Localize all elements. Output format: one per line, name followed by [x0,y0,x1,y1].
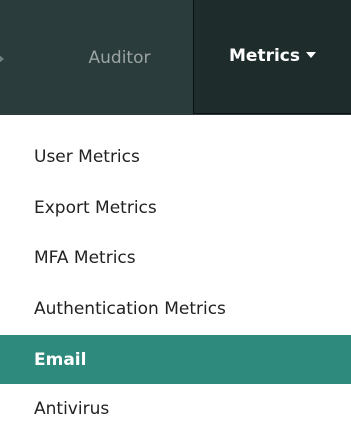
menu-item-label: Authentication Metrics [34,299,226,319]
caret-down-icon [305,52,316,58]
page: Auditor Metrics User Metrics Export Metr… [0,0,351,447]
nav-item-metrics-label: Metrics [229,46,300,66]
top-navbar: Auditor Metrics [0,0,351,115]
nav-item-auditor-label: Auditor [88,47,151,68]
nav-item-auditor[interactable]: Auditor [47,0,192,115]
menu-item-email[interactable]: Email [0,335,351,384]
menu-item-antivirus[interactable]: Antivirus [0,385,351,433]
menu-item-label: Email [34,349,87,370]
menu-item-label: MFA Metrics [34,248,136,268]
metrics-dropdown-menu: User Metrics Export Metrics MFA Metrics … [0,115,351,447]
menu-item-label: Antivirus [34,399,110,419]
nav-item-metrics[interactable]: Metrics [193,0,351,114]
menu-item-authentication-metrics[interactable]: Authentication Metrics [0,285,351,333]
menu-item-user-metrics[interactable]: User Metrics [0,133,351,181]
menu-item-mfa-metrics[interactable]: MFA Metrics [0,234,351,282]
menu-item-export-metrics[interactable]: Export Metrics [0,184,351,232]
menu-item-label: Export Metrics [34,198,157,218]
menu-item-label: User Metrics [34,147,140,167]
caret-left-icon[interactable] [0,54,4,64]
